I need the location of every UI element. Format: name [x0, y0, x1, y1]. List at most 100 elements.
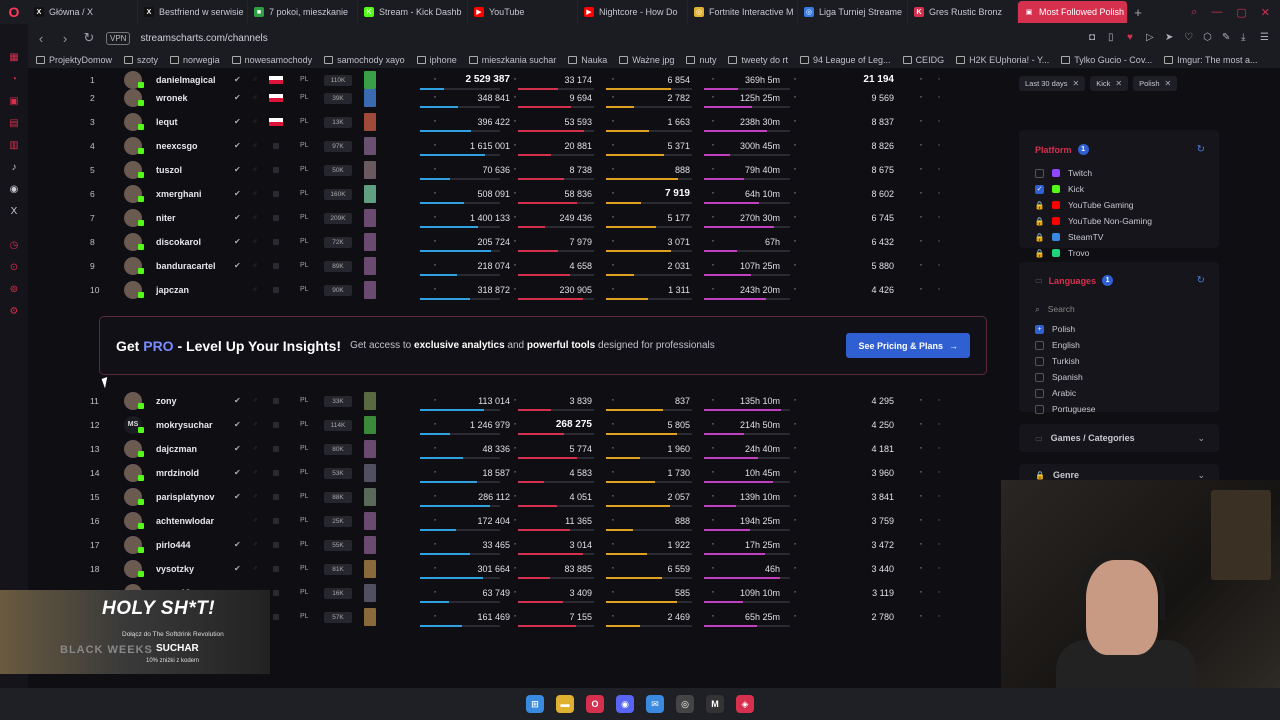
filter-chip[interactable]: Last 30 days ✕ — [1019, 76, 1086, 91]
platform-option[interactable]: 🔒 SteamTV — [1035, 232, 1104, 242]
bookmark-page-icon[interactable]: ▯ — [1108, 33, 1118, 43]
checkbox[interactable]: + — [1035, 324, 1044, 334]
bookmark-item[interactable]: Tylko Gucio - Cov... — [1061, 55, 1152, 65]
bookmark-item[interactable]: iphone — [416, 55, 457, 65]
bookmark-item[interactable]: nuty — [686, 55, 716, 65]
game-thumbnail[interactable] — [364, 488, 376, 506]
channel-name-link[interactable]: mokrysuchar — [156, 413, 236, 437]
browser-tab[interactable]: K Gres Rustic Bronz — [908, 1, 1018, 23]
platform-option[interactable]: 🔒 YouTube Gaming — [1035, 200, 1134, 210]
bookmark-item[interactable]: tweety do rt — [728, 55, 788, 65]
browser-tab[interactable]: ▶ YouTube — [468, 1, 578, 23]
forward-icon[interactable]: › — [58, 31, 72, 46]
new-tab-plus-icon[interactable]: + — [1128, 5, 1148, 20]
channel-name-link[interactable]: achtenwlodar — [156, 509, 236, 533]
table-row[interactable]: 15 parisplatynov ✔ ♂ PL 88K ▪ 286 112 ▪ 4 051 ▪ 2 0… — [84, 485, 1004, 509]
channel-name-link[interactable]: xmerghani — [156, 182, 236, 206]
languages-reset-icon[interactable]: ↻ — [1197, 275, 1205, 286]
table-row[interactable]: 10 japczan ♂ PL 90K ▪ 318 872 ▪ 230 905 ▪ 1 311 ▪ 24… — [84, 278, 1004, 302]
checkbox[interactable] — [1035, 340, 1044, 350]
shopping-icon[interactable]: ▣ — [9, 96, 20, 107]
checkbox[interactable] — [1035, 356, 1044, 366]
game-thumbnail[interactable] — [364, 113, 376, 131]
game-thumbnail[interactable] — [364, 560, 376, 578]
game-thumbnail[interactable] — [364, 233, 376, 251]
row-action-lock-icon[interactable]: ▫ — [934, 437, 944, 461]
checkbox[interactable] — [1035, 388, 1044, 398]
table-row[interactable]: 18 vysotzky ✔ ♂ PL 81K ▪ 301 664 ▪ 83 885 ▪ 6 559 ▪ 4… — [84, 557, 1004, 581]
channel-name-link[interactable]: zony — [156, 389, 236, 413]
maximize-icon[interactable]: ▢ — [1236, 6, 1246, 19]
discord-icon[interactable]: ◉ — [616, 695, 634, 713]
channel-name-link[interactable]: pirlo444 — [156, 533, 236, 557]
history-icon[interactable]: ◷ — [9, 240, 20, 251]
row-action-lock-icon[interactable]: ▫ — [934, 254, 944, 278]
row-action-lock-icon[interactable]: ▫ — [934, 110, 944, 134]
channel-name-link[interactable]: discokarol — [156, 230, 236, 254]
tiktok-sidebar-icon[interactable]: ♪ — [9, 162, 20, 173]
table-row[interactable]: 4 neexcsgo ✔ ♂ PL 97K ▪ 1 615 001 ▪ 20 881 ▪ 5 371 ▪… — [84, 134, 1004, 158]
lock-icon[interactable]: 🔒 — [1035, 249, 1045, 258]
row-action-lock-icon[interactable]: ▫ — [934, 413, 944, 437]
bookmark-item[interactable]: Nauka — [568, 55, 607, 65]
channel-name-link[interactable]: dajczman — [156, 437, 236, 461]
game-thumbnail[interactable] — [364, 512, 376, 530]
channel-name-link[interactable]: banduracartel — [156, 254, 236, 278]
language-option[interactable]: Portuguese — [1035, 404, 1095, 414]
table-row[interactable]: 6 xmerghani ✔ ♂ PL 160K ▪ 508 091 ▪ 58 836 ▪ 7 919 ▪… — [84, 182, 1004, 206]
opera-gx-icon[interactable]: ◎ — [676, 695, 694, 713]
channel-name-link[interactable]: tuszol — [156, 158, 236, 182]
opera-icon[interactable]: O — [586, 695, 604, 713]
bookmark-item[interactable]: mieszkania suchar — [468, 55, 556, 65]
game-thumbnail[interactable] — [364, 464, 376, 482]
checkbox[interactable] — [1035, 404, 1044, 414]
table-row[interactable]: 7 niter ✔ ♂ PL 209K ▪ 1 400 133 ▪ 249 436 ▪ 5 177 ▪ 2… — [84, 206, 1004, 230]
close-icon[interactable]: ✕ — [1165, 79, 1172, 88]
game-thumbnail[interactable] — [364, 257, 376, 275]
channel-name-link[interactable]: parisplatynov — [156, 485, 236, 509]
language-option[interactable]: + Polish — [1035, 324, 1075, 334]
aria-icon[interactable]: ◔ — [9, 74, 20, 85]
language-option[interactable]: Arabic — [1035, 388, 1076, 398]
row-action-lock-icon[interactable]: ▫ — [934, 182, 944, 206]
menu-icon[interactable]: ☰ — [1260, 33, 1270, 43]
table-row[interactable]: 11 zony ✔ ♂ PL 33K ▪ 113 014 ▪ 3 839 ▪ 837 ▪ 135h 10m… — [84, 389, 1004, 413]
browser-tab[interactable]: ◎ Liga Turniej Streame — [798, 1, 908, 23]
favorites-icon[interactable]: ♡ — [1184, 33, 1194, 43]
table-row[interactable]: 16 achtenwlodar ♂ PL 25K ▪ 172 404 ▪ 11 365 ▪ 888 ▪… — [84, 509, 1004, 533]
channel-name-link[interactable]: wronek — [156, 86, 236, 110]
game-thumbnail[interactable] — [364, 440, 376, 458]
table-row[interactable]: 17 pirlo444 ✔ ♂ PL 55K ▪ 33 465 ▪ 3 014 ▪ 1 922 ▪ 17h… — [84, 533, 1004, 557]
games-panel[interactable]: ▭ Games / Categories ⌄ — [1019, 424, 1219, 452]
row-action-lock-icon[interactable]: ▫ — [934, 557, 944, 581]
back-icon[interactable]: ‹ — [34, 31, 48, 46]
browser-tab[interactable]: X Bestfriend w serwisie — [138, 1, 248, 23]
file-explorer-icon[interactable]: ▬ — [556, 695, 574, 713]
downloads-sidebar-icon[interactable]: ⊚ — [9, 284, 20, 295]
bookmark-item[interactable]: norwegia — [170, 55, 220, 65]
channel-name-link[interactable]: niter — [156, 206, 236, 230]
game-thumbnail[interactable] — [364, 584, 376, 602]
language-option[interactable]: English — [1035, 340, 1080, 350]
browser-tab[interactable]: X Główna / X — [28, 1, 138, 23]
messenger-icon[interactable]: ✉ — [646, 695, 664, 713]
checkbox[interactable] — [1035, 372, 1044, 382]
channel-name-link[interactable]: mrdzinold — [156, 461, 236, 485]
lock-icon[interactable]: 🔒 — [1035, 217, 1045, 226]
checkbox[interactable]: ✓ — [1035, 184, 1044, 194]
bookmark-item[interactable]: samochody xayo — [324, 55, 405, 65]
browser-tab[interactable]: ■ 7 pokoi, mieszkanie — [248, 1, 358, 23]
bookmark-item[interactable]: H2K EUphoria! - Y... — [956, 55, 1049, 65]
game-thumbnail[interactable] — [364, 137, 376, 155]
bookmark-item[interactable]: Imgur: The most a... — [1164, 55, 1258, 65]
platform-option[interactable]: Twitch — [1035, 168, 1092, 178]
table-row[interactable]: 5 tuszol ✔ ♂ PL 50K ▪ 70 636 ▪ 8 738 ▪ 888 ▪ 79h 40m ▪… — [84, 158, 1004, 182]
bookmark-item[interactable]: nowesamochody — [231, 55, 312, 65]
game-thumbnail[interactable] — [364, 209, 376, 227]
see-pricing-button[interactable]: See Pricing & Plans → — [846, 333, 970, 358]
player-icon[interactable]: ▷ — [1146, 33, 1156, 43]
game-thumbnail[interactable] — [364, 416, 376, 434]
game-thumbnail[interactable] — [364, 281, 376, 299]
minimize-icon[interactable]: — — [1211, 6, 1222, 19]
language-option[interactable]: Spanish — [1035, 372, 1083, 382]
